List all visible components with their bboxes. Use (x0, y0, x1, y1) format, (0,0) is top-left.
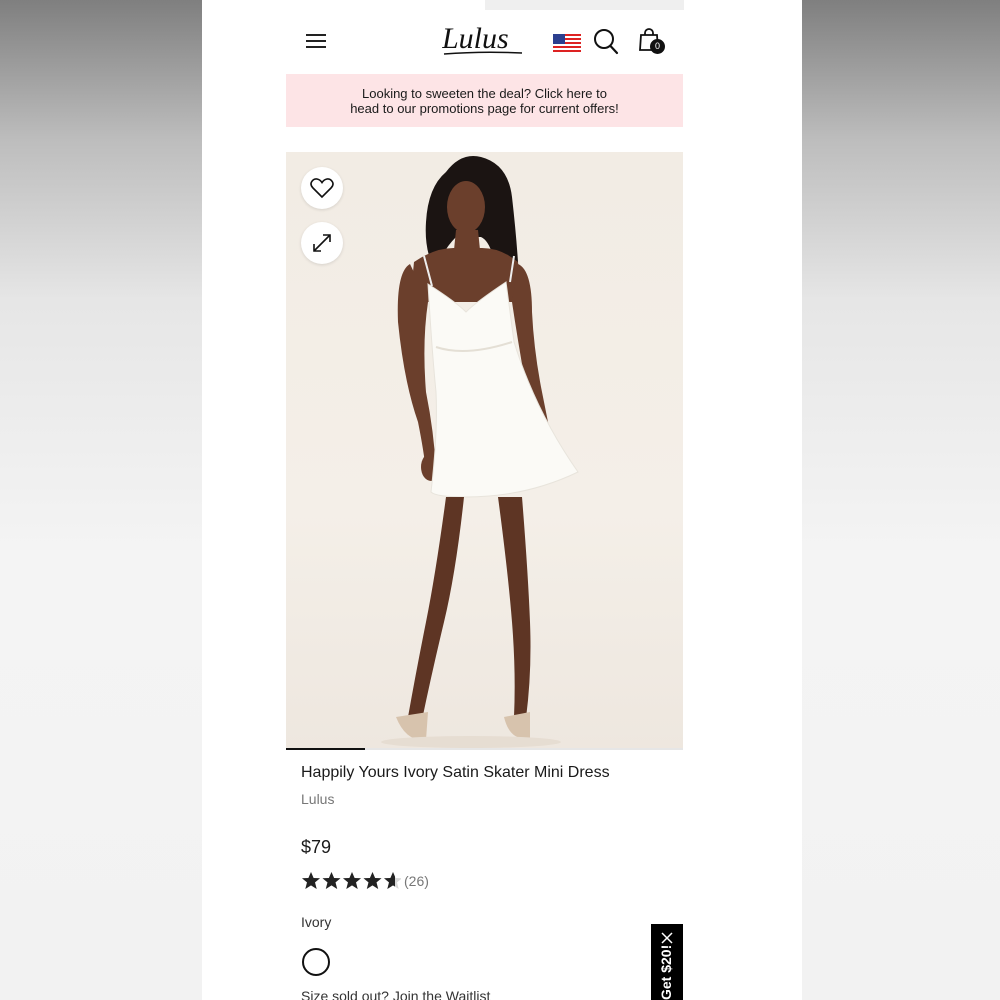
favorite-button[interactable] (301, 167, 343, 209)
star-1 (302, 872, 320, 889)
product-image[interactable] (286, 152, 683, 749)
promo-banner[interactable]: Looking to sweeten the deal? Click here … (286, 74, 683, 127)
top-strip (485, 0, 684, 10)
model-photo (381, 156, 579, 748)
lulus-logo[interactable]: Lulus (442, 22, 524, 58)
promo-line-2: head to our promotions page for current … (350, 100, 619, 116)
star-3 (343, 872, 361, 889)
cart-count-badge: 0 (650, 39, 665, 54)
get-20-tab[interactable]: Get $20! (651, 924, 683, 1000)
us-flag-icon[interactable] (553, 34, 581, 54)
join-waitlist-link[interactable]: Join the Waitlist (393, 988, 491, 1000)
background-right (802, 0, 1000, 1000)
color-swatch-ivory[interactable] (302, 948, 330, 976)
get-20-text: Get $20! (658, 944, 674, 1000)
logo-text: Lulus (442, 22, 509, 55)
waitlist-text: Size sold out? Join the Waitlist (301, 988, 490, 1000)
waitlist-prefix: Size sold out? (301, 988, 389, 1000)
promo-line-1: Looking to sweeten the deal? Click here … (362, 85, 607, 101)
expand-icon (313, 234, 331, 252)
product-title: Happily Yours Ivory Satin Skater Mini Dr… (301, 764, 610, 781)
search-icon[interactable] (593, 28, 619, 56)
star-2 (322, 872, 341, 889)
review-count: (26) (404, 873, 429, 889)
phone-screen: Lulus 0 Looking to sweeten the deal? Cli… (202, 0, 802, 1000)
expand-image-button[interactable] (301, 222, 343, 264)
star-4 (363, 872, 382, 889)
product-rating[interactable]: (26) (301, 870, 429, 892)
background-left (0, 0, 202, 1000)
rating-stars (302, 872, 401, 889)
heart-icon (310, 178, 334, 199)
hamburger-menu-icon[interactable] (306, 32, 328, 50)
image-carousel-progress (286, 748, 683, 750)
color-label: Ivory (301, 914, 332, 930)
star-5 (384, 872, 401, 889)
product-brand[interactable]: Lulus (301, 791, 334, 807)
product-price: $79 (301, 837, 332, 857)
shopping-bag-button[interactable]: 0 (638, 28, 668, 58)
carousel-progress-fill (286, 748, 366, 750)
